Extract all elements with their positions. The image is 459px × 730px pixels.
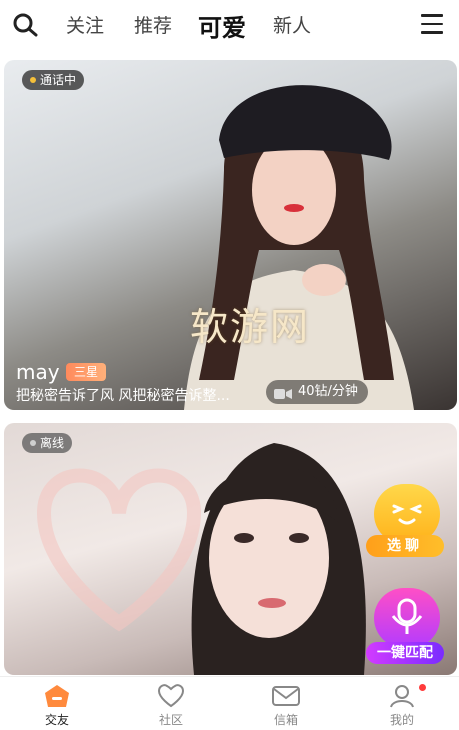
video-camera-icon xyxy=(274,385,292,399)
friends-icon xyxy=(42,683,72,709)
microphone-icon xyxy=(374,588,440,648)
profile-icon xyxy=(387,683,417,709)
status-badge: 通话中 xyxy=(22,70,85,90)
nav-item-friends[interactable]: 交友 xyxy=(0,677,114,730)
tab-new[interactable]: 新人 xyxy=(273,11,311,38)
menu-icon[interactable] xyxy=(421,14,443,34)
nav-item-profile[interactable]: 我的 xyxy=(345,677,459,730)
top-bar: 关注 推荐 可爱 新人 xyxy=(0,0,459,50)
one-key-match-button[interactable]: 一键匹配 xyxy=(366,588,444,666)
select-chat-button[interactable]: 选聊 xyxy=(366,484,444,559)
call-price: 40钻/分钟 xyxy=(266,380,368,404)
user-card[interactable]: 通话中 软游网 may 三星 把秘密告诉了风 风把秘密告诉整... 40钻/分钟 xyxy=(4,60,457,410)
nav-item-mailbox[interactable]: 信箱 xyxy=(229,677,343,730)
tab-cute[interactable]: 可爱 xyxy=(198,8,246,43)
level-badge: 三星 xyxy=(66,363,107,381)
notification-dot xyxy=(419,684,426,691)
tab-follow[interactable]: 关注 xyxy=(66,11,104,38)
bottom-nav: 交友 社区 信箱 我的 xyxy=(0,676,459,730)
select-chat-label: 选聊 xyxy=(366,535,444,557)
user-signature: 把秘密告诉了风 风把秘密告诉整... xyxy=(16,388,230,404)
status-dot xyxy=(30,439,36,446)
profile-photo xyxy=(184,85,414,410)
one-key-match-label: 一键匹配 xyxy=(366,642,444,664)
status-dot xyxy=(30,76,36,83)
profile-photo xyxy=(191,443,366,675)
status-badge: 离线 xyxy=(22,433,73,453)
watermark-text: 软游网 xyxy=(190,305,311,349)
heart-icon xyxy=(156,683,186,709)
tab-recommend[interactable]: 推荐 xyxy=(134,11,172,38)
nav-item-community[interactable]: 社区 xyxy=(114,677,228,730)
search-icon[interactable] xyxy=(12,12,40,38)
user-name: may xyxy=(16,360,60,384)
mail-icon xyxy=(271,683,301,709)
